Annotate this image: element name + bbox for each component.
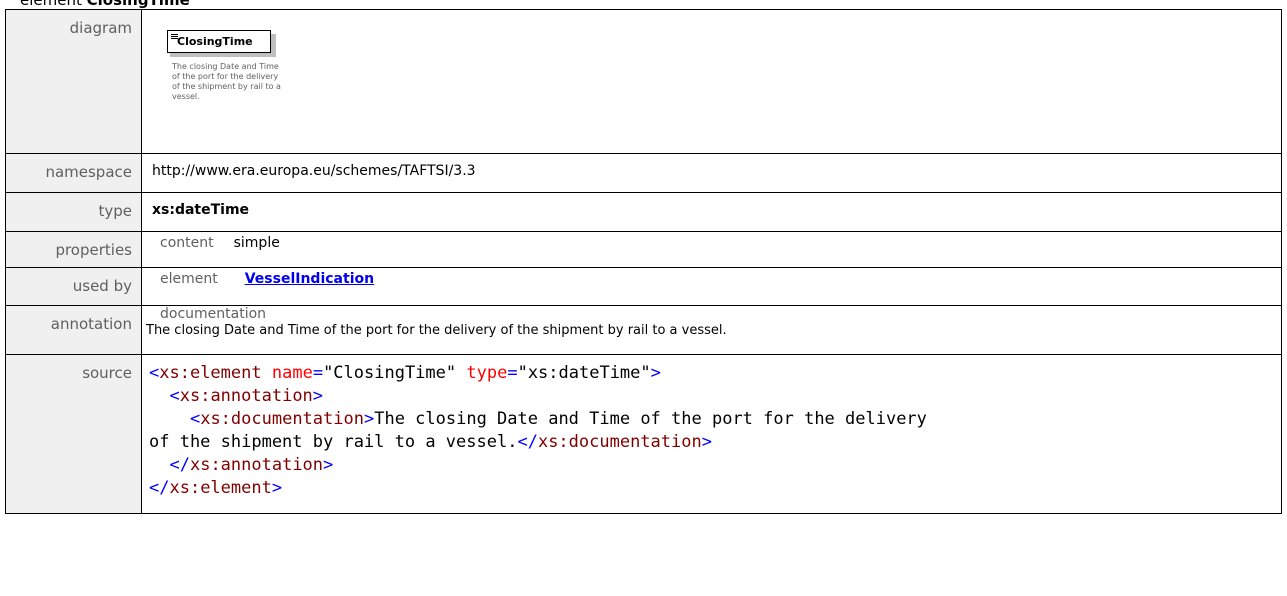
xml-attribute-value: "ClosingTime" [323, 363, 457, 383]
row-properties: properties content simple [5, 231, 1282, 268]
xml-text: The closing Date and Time of the port fo… [374, 409, 927, 429]
xml-whitespace [149, 455, 169, 475]
xml-bracket: </ [169, 455, 190, 475]
properties-value: simple [233, 235, 280, 251]
xml-element-name: xs:documentation [537, 432, 702, 452]
xml-equals: = [312, 363, 324, 383]
xml-attribute-value: "xs:dateTime" [517, 363, 651, 383]
xml-bracket: > [271, 478, 283, 498]
row-namespace: namespace http://www.era.europa.eu/schem… [5, 153, 1282, 193]
diagram-doc-line: of the port for the delivery [172, 72, 279, 81]
properties-cell: content simple [141, 231, 1282, 268]
diagram-element-name: ClosingTime [177, 35, 253, 48]
xml-bracket: > [701, 432, 712, 452]
label-namespace: namespace [5, 153, 142, 193]
xml-attribute-name: name [271, 363, 313, 383]
xml-element-name: xs:element [169, 478, 272, 498]
diagram-element-box[interactable]: ClosingTime [167, 30, 271, 53]
xml-whitespace [149, 386, 169, 406]
xml-element-name: xs:element [159, 363, 262, 383]
label-used-by: used by [5, 267, 142, 306]
source-code: <xs:element name="ClosingTime" type="xs:… [149, 362, 1281, 500]
source-line: <xs:annotation> [149, 385, 1281, 408]
used-by-key: element [160, 271, 218, 287]
xml-bracket: < [149, 363, 160, 383]
row-annotation: annotation documentation The closing Dat… [5, 305, 1282, 355]
source-cell: <xs:element name="ClosingTime" type="xs:… [141, 354, 1282, 514]
namespace-value: http://www.era.europa.eu/schemes/TAFTSI/… [141, 153, 1282, 193]
annotation-text: The closing Date and Time of the port fo… [146, 323, 727, 338]
row-used-by: used by element VesselIndication [5, 267, 1282, 306]
annotation-cell: documentation The closing Date and Time … [141, 305, 1282, 355]
label-properties: properties [5, 231, 142, 268]
xml-bracket: </ [149, 478, 170, 498]
source-line: <xs:documentation>The closing Date and T… [149, 408, 1281, 431]
source-line: of the shipment by rail to a vessel.</xs… [149, 431, 1281, 454]
heading-element-name: ClosingTime [86, 0, 190, 9]
xml-text: of the shipment by rail to a vessel. [149, 432, 518, 452]
source-line: <xs:element name="ClosingTime" type="xs:… [149, 362, 1281, 385]
annotation-key: documentation [160, 306, 267, 322]
diagram: ClosingTime The closing Date and Time of… [142, 10, 1281, 140]
label-type: type [5, 192, 142, 232]
heading-prefix: element [20, 0, 87, 9]
xml-bracket: < [189, 409, 201, 429]
diagram-doc-line: vessel. [172, 92, 200, 101]
xml-whitespace [262, 363, 272, 383]
source-line: </xs:annotation> [149, 454, 1281, 477]
xml-equals: = [507, 363, 518, 383]
xml-bracket: > [312, 386, 324, 406]
row-type: type xs:dateTime [5, 192, 1282, 232]
xml-whitespace [456, 363, 466, 383]
schema-doc-page: element ClosingTime diagram ClosingTime … [0, 0, 1287, 596]
source-line: </xs:element> [149, 477, 1281, 500]
type-value: xs:dateTime [141, 192, 1282, 232]
xml-element-name: xs:annotation [189, 455, 324, 475]
row-diagram: diagram ClosingTime The closing Date and… [5, 9, 1282, 154]
properties-key: content [160, 235, 214, 251]
xml-bracket: > [363, 409, 375, 429]
xml-bracket: </ [517, 432, 538, 452]
xml-bracket: > [323, 455, 334, 475]
label-diagram: diagram [5, 9, 142, 154]
xml-whitespace [149, 409, 190, 429]
xml-attribute-name: type [466, 363, 508, 383]
diagram-cell: ClosingTime The closing Date and Time of… [141, 9, 1282, 154]
xml-bracket: > [650, 363, 661, 383]
used-by-cell: element VesselIndication [141, 267, 1282, 306]
label-annotation: annotation [5, 305, 142, 355]
xml-element-name: xs:documentation [200, 409, 364, 429]
row-source: source <xs:element name="ClosingTime" ty… [5, 354, 1282, 514]
xml-element-name: xs:annotation [179, 386, 313, 406]
diagram-doc-line: The closing Date and Time [172, 62, 279, 71]
diagram-doc-line: of the shipment by rail to a [172, 82, 281, 91]
element-heading: element ClosingTime [20, 0, 190, 9]
used-by-link[interactable]: VesselIndication [245, 271, 374, 287]
element-doc-table: diagram ClosingTime The closing Date and… [5, 9, 1282, 514]
label-source: source [5, 354, 142, 514]
diagram-documentation: The closing Date and Time of the port fo… [172, 62, 284, 102]
xml-bracket: < [169, 386, 180, 406]
